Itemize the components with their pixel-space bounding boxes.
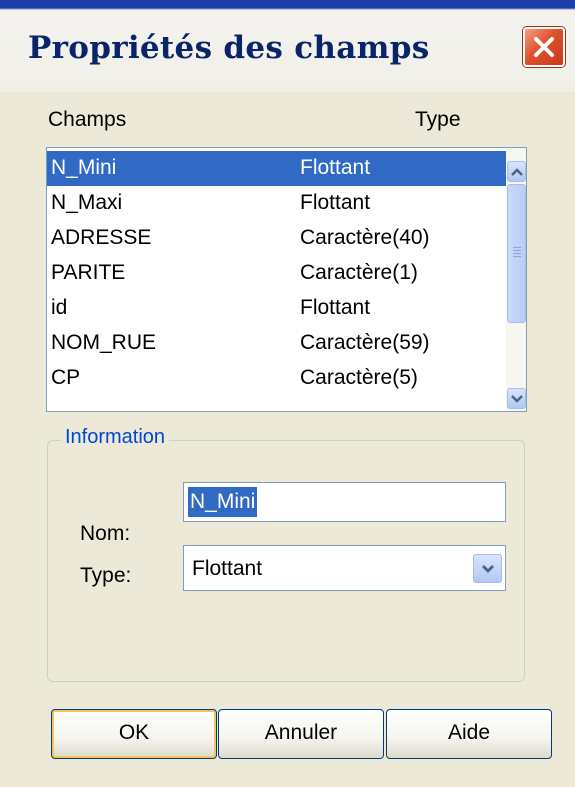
dialog-window: Propriétés des champs Champs Type N_Mini… bbox=[0, 0, 575, 787]
scroll-up-button[interactable] bbox=[507, 161, 526, 182]
field-name: NOM_RUE bbox=[51, 331, 157, 354]
field-type: Flottant bbox=[300, 156, 371, 179]
chevron-down-icon bbox=[482, 565, 494, 573]
thumb-grip bbox=[513, 256, 521, 257]
scrollbar-thumb[interactable] bbox=[507, 184, 526, 323]
field-type: Caractère(1) bbox=[300, 261, 418, 284]
list-item[interactable]: id Flottant bbox=[47, 291, 506, 326]
field-name: N_Mini bbox=[51, 156, 117, 179]
name-input-value: N_Mini bbox=[188, 487, 258, 517]
help-button[interactable]: Aide bbox=[386, 709, 552, 759]
cancel-button[interactable]: Annuler bbox=[218, 709, 384, 759]
thumb-grip bbox=[513, 253, 521, 254]
list-item[interactable]: NOM_RUE Caractère(59) bbox=[47, 326, 506, 361]
vertical-scrollbar[interactable] bbox=[506, 148, 526, 411]
field-type: Caractère(59) bbox=[300, 331, 430, 354]
column-header-type: Type bbox=[415, 108, 461, 131]
name-label: Nom: bbox=[80, 522, 131, 545]
type-select[interactable]: Flottant bbox=[183, 545, 506, 591]
field-name: CP bbox=[51, 366, 81, 389]
type-label: Type: bbox=[80, 564, 132, 587]
field-type: Flottant bbox=[300, 191, 371, 214]
list-item[interactable]: PARITE Caractère(1) bbox=[47, 256, 506, 291]
field-type: Caractère(5) bbox=[300, 366, 418, 389]
field-name: PARITE bbox=[51, 261, 126, 284]
list-item[interactable]: N_Mini Flottant bbox=[47, 151, 506, 186]
thumb-grip bbox=[513, 247, 521, 248]
title-bar[interactable]: Propriétés des champs bbox=[0, 0, 575, 92]
ok-button[interactable]: OK bbox=[51, 709, 217, 759]
fields-listbox[interactable]: N_Mini Flottant N_Maxi Flottant ADRESSE … bbox=[46, 147, 527, 412]
list-item[interactable]: N_Maxi Flottant bbox=[47, 186, 506, 221]
close-icon bbox=[534, 37, 554, 57]
list-item[interactable]: CP Caractère(5) bbox=[47, 361, 506, 396]
thumb-grip bbox=[513, 250, 521, 251]
column-header-champs: Champs bbox=[48, 108, 127, 131]
field-name: id bbox=[51, 296, 68, 319]
close-button[interactable] bbox=[523, 27, 565, 67]
field-name: N_Maxi bbox=[51, 191, 123, 214]
window-title: Propriétés des champs bbox=[28, 30, 430, 66]
chevron-up-icon bbox=[511, 168, 523, 176]
information-group-label: Information bbox=[61, 426, 170, 449]
scroll-down-button[interactable] bbox=[507, 388, 526, 409]
field-type: Caractère(40) bbox=[300, 226, 430, 249]
type-dropdown-button[interactable] bbox=[473, 554, 502, 583]
field-type: Flottant bbox=[300, 296, 371, 319]
name-input[interactable]: N_Mini bbox=[183, 482, 506, 522]
type-select-value: Flottant bbox=[192, 557, 263, 580]
chevron-down-icon bbox=[511, 395, 523, 403]
field-name: ADRESSE bbox=[51, 226, 152, 249]
list-item[interactable]: ADRESSE Caractère(40) bbox=[47, 221, 506, 256]
